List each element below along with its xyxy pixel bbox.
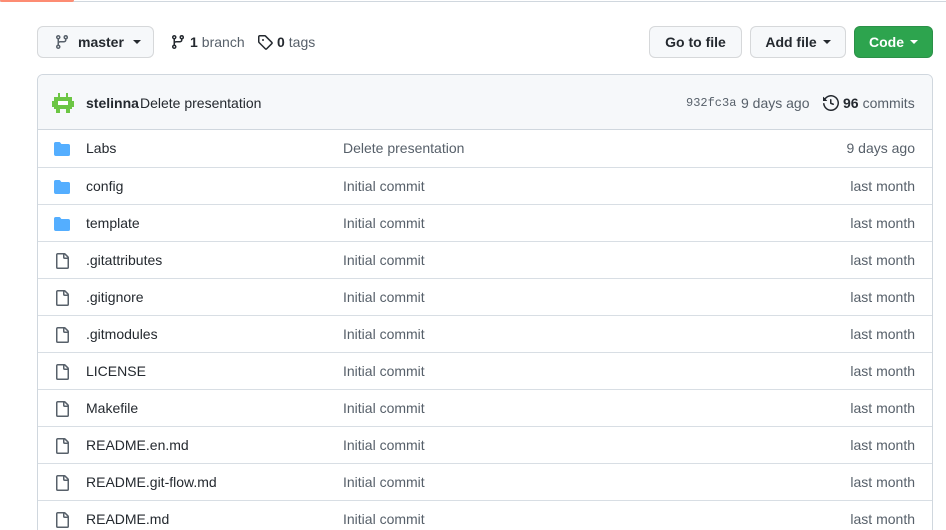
file-commit-message-link[interactable]: Initial commit xyxy=(343,168,425,204)
file-list: Labs Delete presentation 9 days ago config I… xyxy=(38,130,932,530)
file-commit-message-link[interactable]: Initial commit xyxy=(343,279,425,315)
file-name-link[interactable]: .gitmodules xyxy=(86,316,158,352)
file-name-link[interactable]: template xyxy=(86,205,140,241)
add-file-button[interactable]: Add file xyxy=(750,26,846,58)
commit-sha-link[interactable]: 932fc3a xyxy=(686,75,736,130)
branch-select-button[interactable]: master xyxy=(37,26,154,58)
commit-author-link[interactable]: stelinna xyxy=(86,75,139,130)
file-row[interactable]: .gitmodules Initial commit last month xyxy=(38,315,932,352)
chevron-down-icon xyxy=(132,40,141,44)
file-icon xyxy=(56,327,69,343)
file-commit-age: last month xyxy=(850,178,915,194)
folder-icon xyxy=(54,180,70,194)
file-name-link[interactable]: README.md xyxy=(86,501,169,530)
file-name-link[interactable]: Makefile xyxy=(86,390,138,426)
file-name-link[interactable]: config xyxy=(86,168,123,204)
file-commit-message-link[interactable]: Delete presentation xyxy=(343,130,464,166)
file-commit-message-link[interactable]: Initial commit xyxy=(343,427,425,463)
file-commit-age: last month xyxy=(850,511,915,527)
file-row[interactable]: .gitattributes Initial commit last month xyxy=(38,241,932,278)
file-name-link[interactable]: README.git-flow.md xyxy=(86,464,217,500)
file-icon xyxy=(56,438,69,454)
file-commit-age: last month xyxy=(850,363,915,379)
repo-toolbar: master 1 branch 0 tags Go to file Add fi… xyxy=(37,26,933,58)
file-row[interactable]: template Initial commit last month xyxy=(38,204,932,241)
file-row[interactable]: README.git-flow.md Initial commit last mon… xyxy=(38,463,932,500)
file-icon xyxy=(56,364,69,380)
folder-icon xyxy=(54,142,70,156)
file-name-link[interactable]: Labs xyxy=(86,130,116,166)
commit-age: 9 days ago xyxy=(741,94,810,111)
file-commit-message-link[interactable]: Initial commit xyxy=(343,353,425,389)
branch-name: master xyxy=(78,34,124,50)
avatar[interactable] xyxy=(52,93,74,113)
active-tab-underline xyxy=(0,0,74,2)
branches-label: branch xyxy=(201,34,245,50)
file-icon xyxy=(56,512,69,528)
header-divider xyxy=(0,1,946,2)
file-name-link[interactable]: LICENSE xyxy=(86,353,146,389)
file-icon xyxy=(56,290,69,306)
file-name-link[interactable]: README.en.md xyxy=(86,427,189,463)
branches-link[interactable]: 1 branch xyxy=(170,26,245,58)
add-file-label: Add file xyxy=(765,34,817,50)
file-commit-message-link[interactable]: Initial commit xyxy=(343,316,425,352)
file-commit-message-link[interactable]: Initial commit xyxy=(343,390,425,426)
file-commit-age: last month xyxy=(850,400,915,416)
file-commit-age: last month xyxy=(850,326,915,342)
file-commit-message-link[interactable]: Initial commit xyxy=(343,464,425,500)
chevron-down-icon xyxy=(910,40,918,44)
history-icon xyxy=(823,94,839,111)
file-name-link[interactable]: .gitignore xyxy=(86,279,144,315)
file-commit-age: 9 days ago xyxy=(846,140,916,156)
file-row[interactable]: README.md Initial commit last month xyxy=(38,500,932,530)
go-to-file-label: Go to file xyxy=(665,34,726,50)
commit-message-link[interactable]: Delete presentation xyxy=(140,75,261,130)
commit-history-link[interactable]: 96 commits xyxy=(823,75,915,130)
file-icon xyxy=(56,401,69,417)
file-commit-age: last month xyxy=(850,215,915,231)
branches-count: 1 xyxy=(190,34,198,50)
tags-label: tags xyxy=(288,34,316,50)
folder-icon xyxy=(54,217,70,231)
file-commit-message-link[interactable]: Initial commit xyxy=(343,242,425,278)
go-to-file-button[interactable]: Go to file xyxy=(649,26,742,58)
file-commit-message-link[interactable]: Initial commit xyxy=(343,501,425,530)
file-row[interactable]: .gitignore Initial commit last month xyxy=(38,278,932,315)
file-commit-message-link[interactable]: Initial commit xyxy=(343,205,425,241)
git-branch-icon xyxy=(55,35,68,50)
commits-count: 96 xyxy=(843,94,859,111)
file-row[interactable]: LICENSE Initial commit last month xyxy=(38,352,932,389)
code-button[interactable]: Code xyxy=(854,26,933,58)
file-commit-age: last month xyxy=(850,474,915,490)
file-row[interactable]: README.en.md Initial commit last month xyxy=(38,426,932,463)
file-commit-age: last month xyxy=(850,437,915,453)
code-label: Code xyxy=(869,34,904,50)
tags-count: 0 xyxy=(277,34,285,50)
file-icon xyxy=(56,475,69,491)
tags-link[interactable]: 0 tags xyxy=(257,26,315,58)
latest-commit-bar: stelinna Delete presentation 932fc3a 9 d… xyxy=(38,75,932,130)
file-commit-age: last month xyxy=(850,252,915,268)
file-browser: stelinna Delete presentation 932fc3a 9 d… xyxy=(37,74,933,530)
git-branch-icon xyxy=(171,35,184,50)
chevron-down-icon xyxy=(822,40,831,44)
file-row[interactable]: Labs Delete presentation 9 days ago xyxy=(38,130,932,167)
file-row[interactable]: Makefile Initial commit last month xyxy=(38,389,932,426)
file-commit-age: last month xyxy=(850,289,915,305)
file-name-link[interactable]: .gitattributes xyxy=(86,242,162,278)
commits-label: commits xyxy=(862,94,915,111)
file-icon xyxy=(56,253,69,269)
file-row[interactable]: config Initial commit last month xyxy=(38,167,932,204)
tag-icon xyxy=(258,35,273,50)
